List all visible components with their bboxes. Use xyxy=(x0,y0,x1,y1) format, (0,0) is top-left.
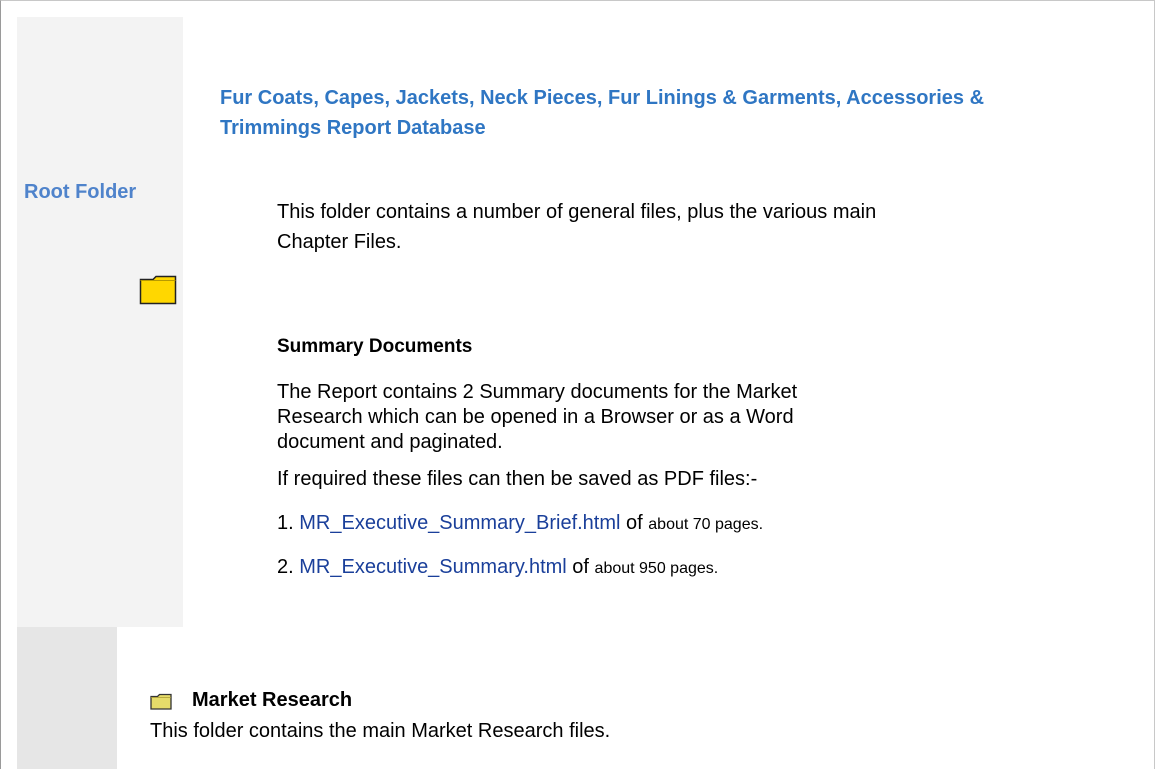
market-research-heading[interactable]: Market Research xyxy=(192,689,352,712)
list-item: 2. MR_Executive_Summary.html of about 95… xyxy=(277,556,718,579)
market-research-panel xyxy=(17,627,117,769)
root-folder-description: This folder contains a number of general… xyxy=(277,201,877,253)
market-research-folder-icon[interactable] xyxy=(150,693,172,710)
page-count: about 70 pages. xyxy=(648,516,764,533)
root-folder-panel xyxy=(17,17,183,627)
pdf-note: If required these files can then be save… xyxy=(277,468,758,490)
market-research-description: This folder contains the main Market Res… xyxy=(150,720,611,742)
executive-summary-brief-link[interactable]: MR_Executive_Summary_Brief.html xyxy=(299,512,620,534)
of-label: of xyxy=(626,512,643,534)
page-count: about 950 pages. xyxy=(594,560,719,577)
root-folder-label[interactable]: Root Folder xyxy=(24,181,136,204)
of-label: of xyxy=(572,556,589,578)
list-number: 2. xyxy=(277,556,294,578)
summary-documents-heading: Summary Documents xyxy=(277,336,473,357)
summary-documents-description: The Report contains 2 Summary documents … xyxy=(277,381,798,453)
page-title: Fur Coats, Capes, Jackets, Neck Pieces, … xyxy=(220,87,985,139)
folder-icon[interactable] xyxy=(139,273,177,305)
list-item: 1. MR_Executive_Summary_Brief.html of ab… xyxy=(277,512,763,535)
executive-summary-link[interactable]: MR_Executive_Summary.html xyxy=(299,556,566,578)
list-number: 1. xyxy=(277,512,294,534)
